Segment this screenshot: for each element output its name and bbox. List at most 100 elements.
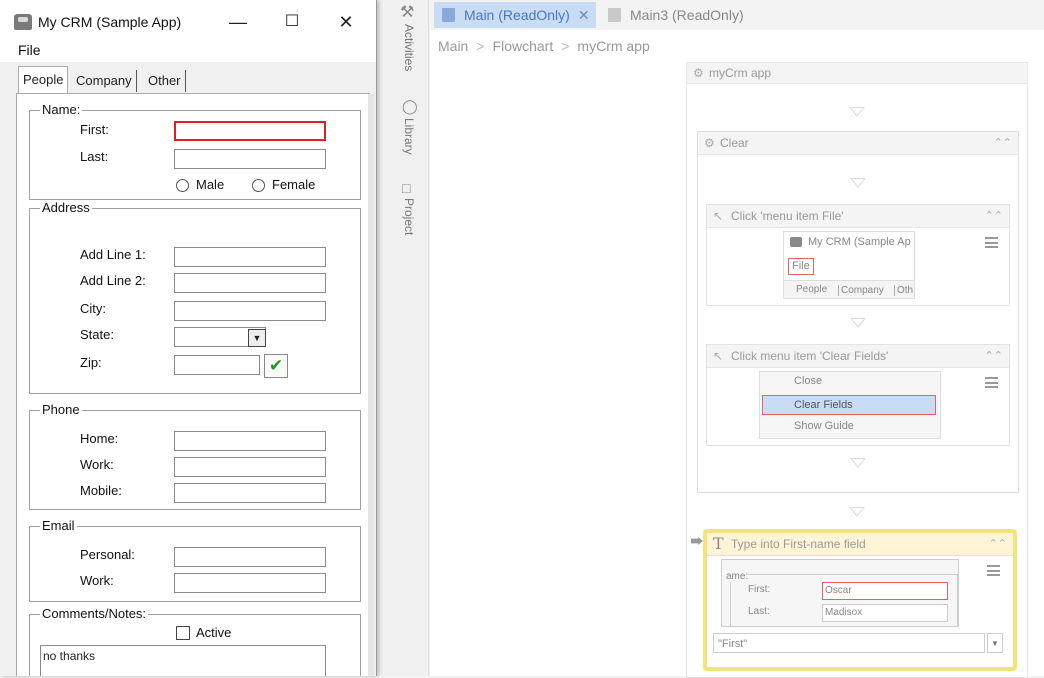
thumb-title: My CRM (Sample Ap [808,236,911,248]
zip-input[interactable] [174,355,260,375]
personal-email-label: Personal: [80,547,135,562]
activity-click-file[interactable]: ↖ Click 'menu item File' ⌃⌃ My CRM (Samp… [706,204,1010,306]
text-expression-input[interactable]: "First" [713,633,985,653]
breadcrumb-main[interactable]: Main [438,38,468,54]
sequence-mycrm[interactable]: ⚙ myCrm app ⚙ Clear ⌃⌃ ↖ Click 'menu ite… [686,62,1028,678]
thumb-menu-item: Clear Fields [794,399,853,411]
flow-arrow [850,458,866,468]
address-line1-label: Add Line 1: [80,247,146,262]
thumb-group-label: ame: [726,571,749,582]
people-panel: Name: First: Last: Male Female Address A… [16,93,370,676]
thumb-first-label: First: [748,584,771,595]
work-email-input[interactable] [174,573,326,593]
breadcrumb-flowchart[interactable]: Flowchart [493,38,554,54]
activity-header: ↖ Click 'menu item File' ⌃⌃ [707,205,1009,228]
dock-project[interactable]: Project [402,198,416,235]
workflow-file-icon [442,8,455,22]
address-line2-label: Add Line 2: [80,273,146,288]
collapse-icon[interactable]: ⌃⌃ [985,205,1003,227]
side-dock: ⚒ Activities ◯ Library □ Project [380,0,429,676]
tab-main[interactable]: Main (ReadOnly) ✕ [434,2,596,28]
breadcrumb-mycrm[interactable]: myCrm app [577,38,649,54]
phone-group: Phone Home: Work: Mobile: [29,402,361,510]
dock-library[interactable]: Library [402,118,416,155]
group-legend: Phone [40,402,82,417]
collapse-icon[interactable]: ⌃⌃ [989,533,1007,555]
breadcrumb-separator: > [561,38,570,54]
sequence-title: myCrm app [709,66,772,80]
sequence-clear[interactable]: ⚙ Clear ⌃⌃ ↖ Click 'menu item File' ⌃⌃ M… [697,131,1019,493]
tab-people[interactable]: People [18,66,69,93]
screenshot-thumbnail: ame: First: Oscar Last: Madisox [721,559,959,627]
close-icon[interactable]: ✕ [578,2,590,28]
sequence-header: ⚙ myCrm app [687,63,1027,84]
workflow-designer: Main (ReadOnly) ✕ Main3 (ReadOnly) Main > F… [430,0,1044,678]
male-radio[interactable] [176,179,189,192]
address-line2-input[interactable] [174,273,326,293]
home-phone-input[interactable] [174,431,326,451]
activity-header: ↖ Click menu item 'Clear Fields' ⌃⌃ [707,345,1009,368]
group-legend: Email [40,518,77,533]
breadcrumb: Main > Flowchart > myCrm app [438,38,650,54]
first-name-input[interactable] [174,121,326,141]
female-label: Female [272,177,316,192]
close-icon[interactable]: ✕ [326,8,366,36]
last-name-input[interactable] [174,149,326,169]
library-icon: ◯ [402,98,418,114]
work-phone-input[interactable] [174,457,326,477]
group-legend: Address [40,200,92,215]
thumb-tab: Company [838,285,884,296]
breadcrumb-separator: > [476,38,485,54]
tab-main-label: Main (ReadOnly) [464,7,570,23]
hamburger-icon[interactable] [987,565,1000,576]
type-into-title: Type into First-name field [731,537,866,551]
city-label: City: [80,301,106,316]
menu-file[interactable]: File [18,42,41,58]
personal-email-input[interactable] [174,547,326,567]
collapse-icon[interactable]: ⌃⌃ [994,132,1012,154]
maximize-icon[interactable]: ☐ [272,8,312,36]
flow-arrow [850,178,866,188]
flow-arrow [849,507,865,517]
pointer-icon: ↖ [713,349,724,363]
sequence-icon: ⚙ [693,66,704,80]
click-clear-title: Click menu item 'Clear Fields' [731,349,889,363]
thumb-file-menu: File [788,258,814,275]
doc-tab-bar: Main (ReadOnly) ✕ Main3 (ReadOnly) [430,0,1044,30]
active-label: Active [196,625,232,640]
check-icon[interactable]: ✔ [264,354,288,378]
breakpoint-arrow-icon [691,537,703,545]
app-icon [14,14,32,30]
city-input[interactable] [174,301,326,321]
tab-company[interactable]: Company [72,70,137,92]
thumb-tab: People [796,284,828,295]
address-line1-input[interactable] [174,247,326,267]
activity-click-clear-fields[interactable]: ↖ Click menu item 'Clear Fields' ⌃⌃ Clos… [706,344,1010,446]
hamburger-icon[interactable] [985,237,998,248]
title-bar[interactable]: My CRM (Sample App) — ☐ ✕ [0,0,376,42]
tab-other[interactable]: Other [144,70,186,92]
last-label: Last: [80,149,109,164]
app-icon [790,237,802,247]
hamburger-icon[interactable] [985,377,998,388]
notes-textarea[interactable]: no thanks [40,645,326,676]
chevron-down-icon[interactable]: ▼ [248,329,266,347]
dock-activities[interactable]: Activities [402,24,416,71]
mobile-phone-input[interactable] [174,483,326,503]
mobile-phone-label: Mobile: [80,483,122,498]
crm-window: My CRM (Sample App) — ☐ ✕ File People Co… [0,0,377,676]
tab-main3[interactable]: Main3 (ReadOnly) [600,2,750,28]
work-email-label: Work: [80,573,114,588]
name-group: Name: First: Last: Male Female [29,102,361,200]
workflow-file-icon [608,8,621,22]
window-title: My CRM (Sample App) [38,14,182,30]
chevron-down-icon[interactable]: ▼ [987,633,1003,653]
zip-label: Zip: [80,355,102,370]
activity-type-into[interactable]: T Type into First-name field ⌃⌃ ame: Fir… [703,529,1017,671]
female-radio[interactable] [252,179,265,192]
minimize-icon[interactable]: — [218,8,258,36]
scrollbar[interactable] [368,94,374,676]
menu-bar: File [0,40,376,62]
active-checkbox[interactable] [176,626,190,640]
collapse-icon[interactable]: ⌃⌃ [985,345,1003,367]
